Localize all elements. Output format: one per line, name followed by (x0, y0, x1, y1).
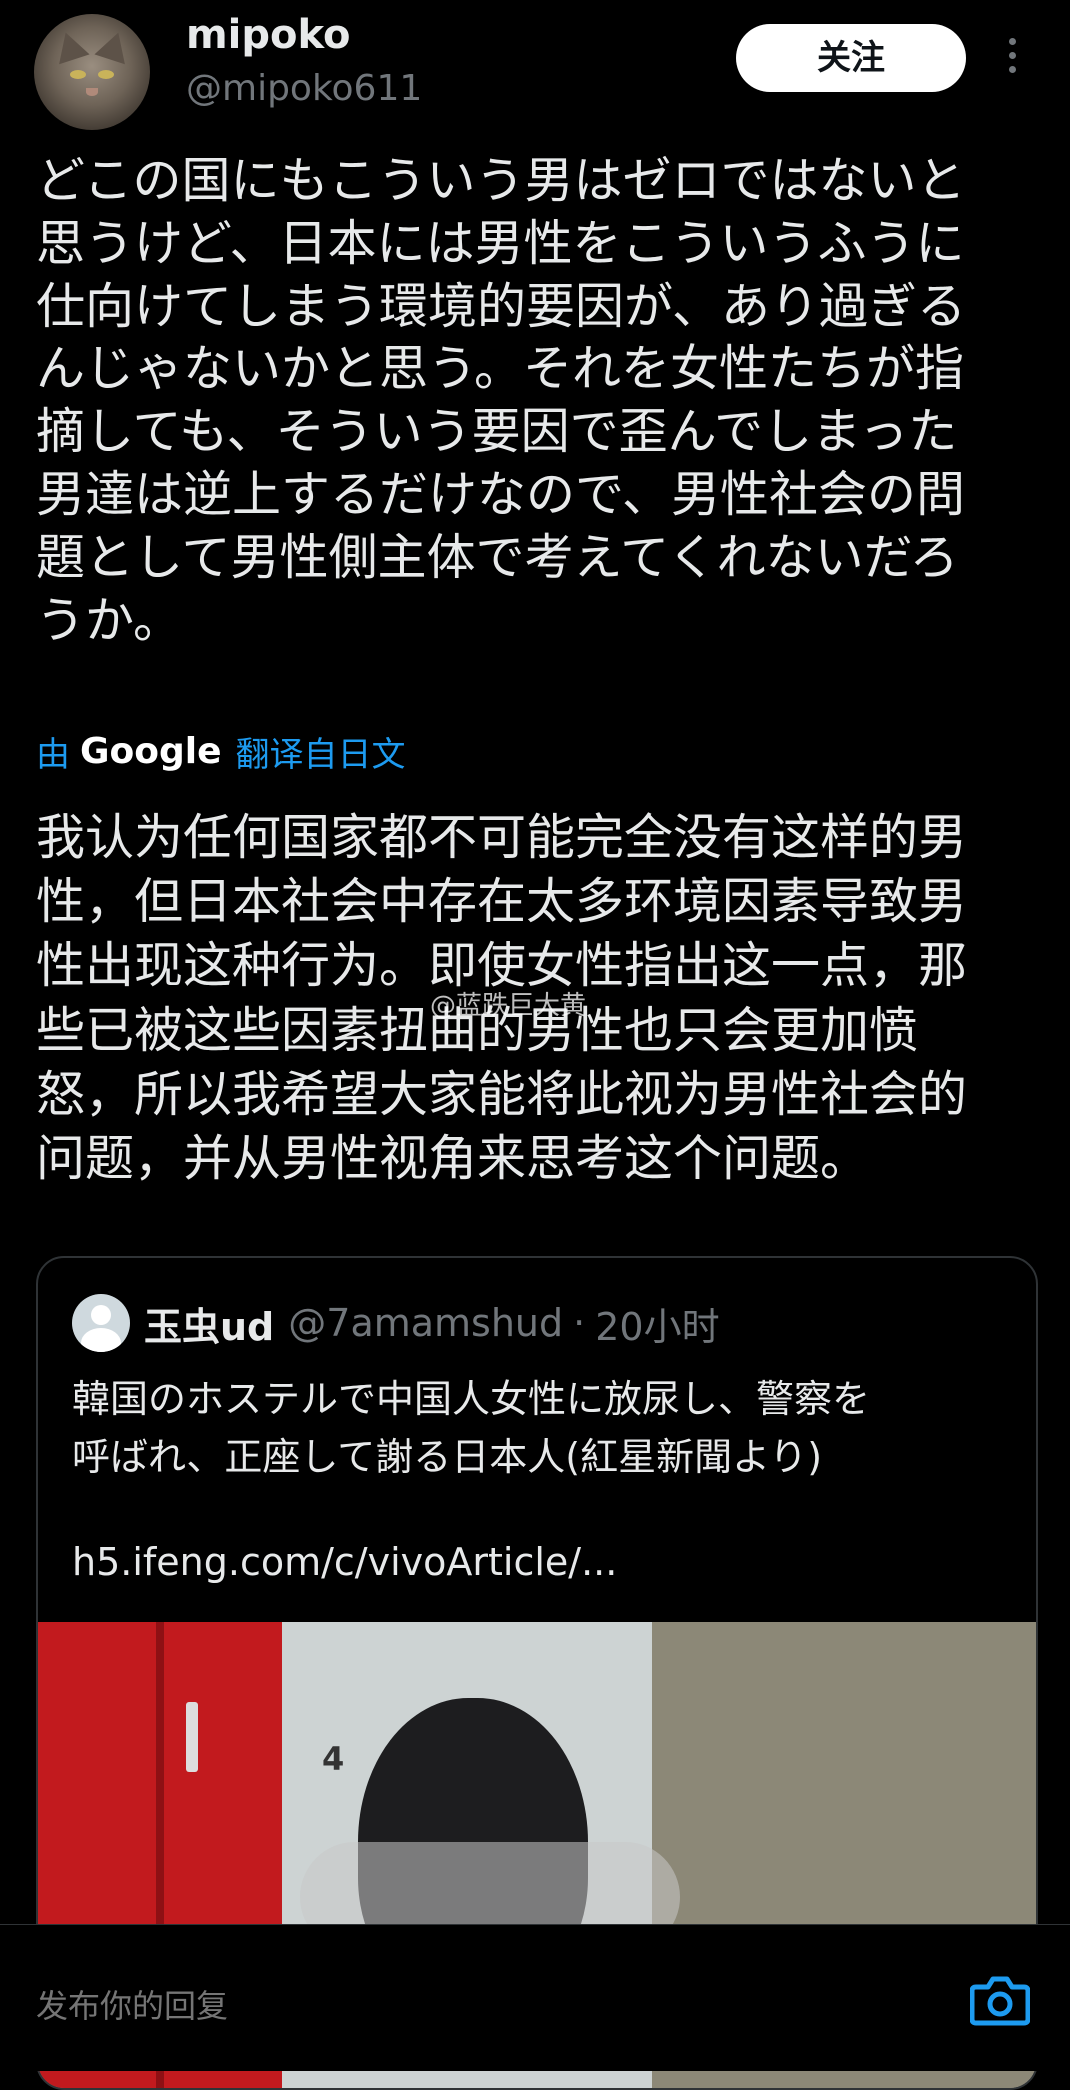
tweet-text: どこの国にもこういう男はゼロではないと 思うけど、日本には男性をこういうふうに … (36, 152, 967, 649)
follow-button[interactable]: 关注 (736, 24, 966, 92)
watermark: @蓝跌巨大黄 (430, 991, 587, 1021)
more-options-icon[interactable] (1000, 38, 1024, 80)
locker-number: 4 (322, 1740, 345, 1778)
translation-source-label[interactable]: 翻译自日文 (236, 727, 406, 776)
separator-dot: · (573, 1301, 586, 1345)
quoted-tweet-link[interactable]: h5.ifeng.com/c/vivoArticle/... (72, 1540, 617, 1584)
default-avatar-icon (72, 1294, 130, 1352)
translation-by-label: 由 (36, 734, 70, 775)
quoted-timestamp: 20小时 (595, 1304, 720, 1349)
author-avatar[interactable] (34, 14, 150, 130)
author-handle[interactable]: @mipoko611 (186, 68, 422, 109)
translation-attribution[interactable]: 由 Google 翻译自日文 (36, 726, 406, 776)
google-logo: Google (80, 730, 222, 772)
quoted-author-name[interactable]: 玉虫ud (144, 1296, 274, 1351)
author-display-name[interactable]: mipoko (186, 12, 351, 58)
camera-icon[interactable] (970, 1973, 1030, 2027)
reply-composer-bar (0, 1924, 1070, 2071)
quoted-tweet-header: 玉虫ud @7amamshud · 20小时 (144, 1294, 720, 1352)
reply-input[interactable] (36, 1981, 636, 2031)
quoted-author-handle: @7amamshud (288, 1301, 564, 1345)
quoted-tweet-text: 韓国のホステルで中国人女性に放尿し、警察を 呼ばれ、正座して謝る日本人(紅星新聞… (72, 1377, 871, 1479)
